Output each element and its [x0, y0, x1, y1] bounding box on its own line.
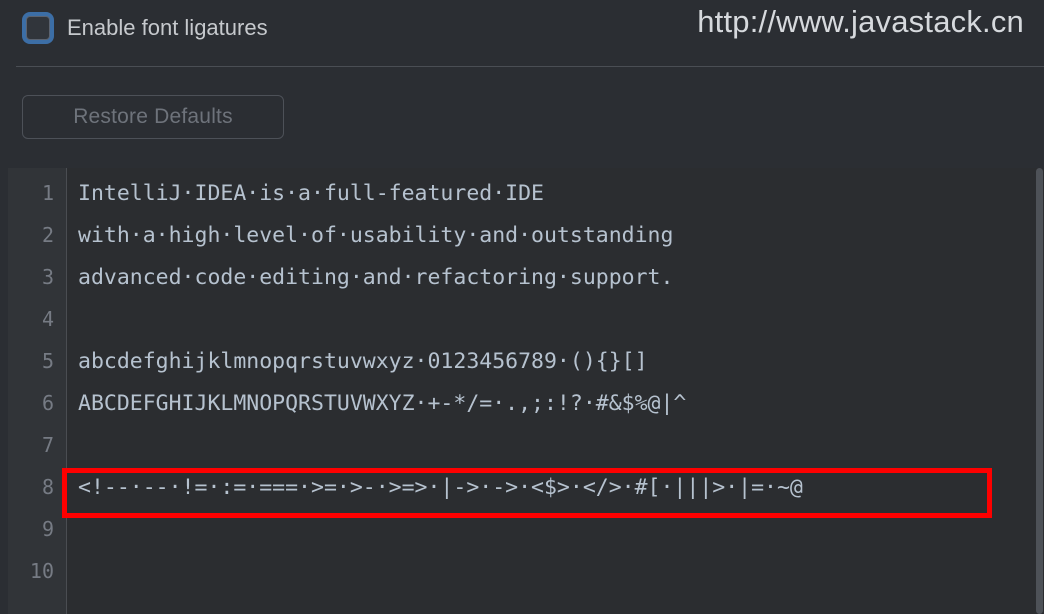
code-line: 3 advanced·code·editing·and·refactoring·…	[8, 256, 1044, 298]
site-watermark: http://www.javastack.cn	[697, 4, 1024, 39]
checkbox-unchecked-icon[interactable]	[22, 12, 54, 44]
scrollbar-thumb[interactable]	[1036, 168, 1043, 614]
line-number: 8	[41, 475, 54, 499]
line-text: advanced·code·editing·and·refactoring·su…	[78, 264, 674, 290]
editor-scrollbar[interactable]	[1036, 168, 1043, 614]
line-text: IntelliJ·IDEA·is·a·full-featured·IDE	[78, 180, 544, 206]
font-preview-editor[interactable]: 1 IntelliJ·IDEA·is·a·full-featured·IDE 2…	[8, 168, 1044, 614]
code-line: 4	[8, 298, 1044, 340]
code-line: 6 ABCDEFGHIJKLMNOPQRSTUVWXYZ·+-*/=·.,;:!…	[8, 382, 1044, 424]
line-number: 1	[41, 181, 54, 205]
code-line: 5 abcdefghijklmnopqrstuvwxyz·0123456789·…	[8, 340, 1044, 382]
line-text: <!--·--·!=·:=·===·>=·>-·>=>·|->·->·<$>·<…	[78, 474, 803, 500]
line-number: 3	[41, 265, 54, 289]
code-line: 7	[8, 424, 1044, 466]
enable-font-ligatures-row[interactable]: Enable font ligatures	[22, 12, 268, 44]
section-divider	[16, 66, 1044, 67]
line-number: 10	[29, 559, 54, 583]
code-line: 10	[8, 550, 1044, 592]
restore-defaults-button[interactable]: Restore Defaults	[22, 95, 284, 139]
line-number: 5	[41, 349, 54, 373]
code-line: 1 IntelliJ·IDEA·is·a·full-featured·IDE	[8, 172, 1044, 214]
line-number: 6	[41, 391, 54, 415]
line-number: 2	[41, 223, 54, 247]
font-settings-panel: http://www.javastack.cn Enable font liga…	[0, 0, 1044, 614]
code-line: 2 with·a·high·level·of·usability·and·out…	[8, 214, 1044, 256]
code-line-highlighted: 8 <!--·--·!=·:=·===·>=·>-·>=>·|->·->·<$>…	[8, 466, 1044, 508]
line-text: ABCDEFGHIJKLMNOPQRSTUVWXYZ·+-*/=·.,;:!?·…	[78, 390, 687, 416]
preview-code-area[interactable]: 1 IntelliJ·IDEA·is·a·full-featured·IDE 2…	[8, 168, 1044, 614]
line-text: with·a·high·level·of·usability·and·outst…	[78, 222, 674, 248]
enable-font-ligatures-label: Enable font ligatures	[67, 15, 268, 40]
line-text: abcdefghijklmnopqrstuvwxyz·0123456789·()…	[78, 348, 648, 374]
checkbox-box	[26, 16, 50, 40]
line-number: 7	[41, 433, 54, 457]
line-number: 4	[41, 307, 54, 331]
code-line: 9	[8, 508, 1044, 550]
line-number: 9	[41, 517, 54, 541]
